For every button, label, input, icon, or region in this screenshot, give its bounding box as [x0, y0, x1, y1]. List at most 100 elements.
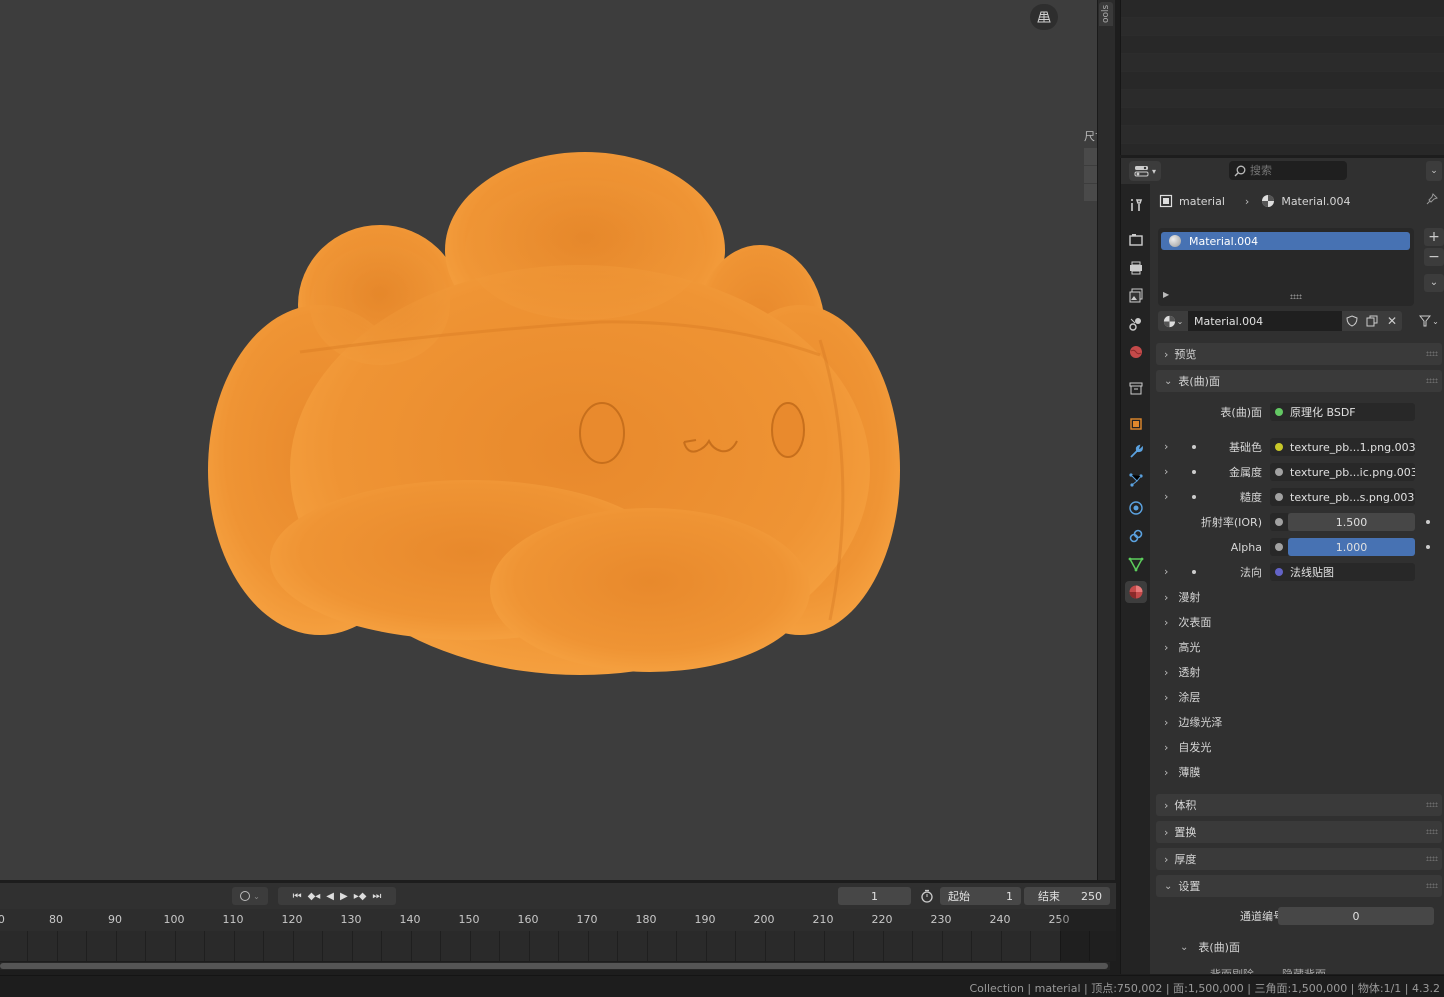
drag-grip-icon[interactable]	[1426, 856, 1438, 861]
keyframe-dot-icon[interactable]	[1426, 520, 1430, 524]
remove-slot-button[interactable]: −	[1424, 248, 1444, 266]
subpanel-emission[interactable]: › 自发光	[1164, 737, 1211, 757]
subpanel-sheen[interactable]: › 边缘光泽	[1164, 712, 1222, 732]
outliner-row[interactable]	[1121, 126, 1444, 144]
settings-surface-subpanel[interactable]: ⌄ 表(曲)面	[1180, 937, 1240, 957]
surface-shader-field[interactable]: 原理化 BSDF	[1270, 403, 1415, 421]
tab-scene[interactable]	[1125, 313, 1147, 335]
chevron-right-icon[interactable]: ›	[1164, 565, 1168, 578]
drag-grip-icon[interactable]	[1426, 802, 1438, 807]
backface-culling-row[interactable]: 背面剔除 隐藏背面	[1210, 964, 1326, 974]
cloud-mesh-object[interactable]	[0, 0, 1097, 880]
toggle-camera-grid-button[interactable]	[1030, 4, 1058, 30]
jump-start-button[interactable]: ⏮	[293, 891, 302, 902]
resize-grip-icon[interactable]	[1290, 294, 1302, 299]
outliner-row[interactable]	[1121, 0, 1444, 18]
panel-settings[interactable]: ⌄ 设置	[1156, 875, 1442, 897]
scrollbar-thumb[interactable]	[0, 963, 1108, 969]
normal-field[interactable]: 法线贴图	[1270, 563, 1415, 581]
chevron-right-icon[interactable]: ›	[1164, 440, 1168, 453]
outliner-row[interactable]	[1121, 108, 1444, 126]
drag-grip-icon[interactable]	[1426, 351, 1438, 356]
panel-thickness[interactable]: › 厚度	[1156, 848, 1442, 870]
n-panel-field[interactable]	[1084, 184, 1097, 202]
keyframe-dot-icon[interactable]	[1426, 545, 1430, 549]
material-slot-item[interactable]: Material.004	[1161, 232, 1410, 250]
subpanel-subsurface[interactable]: › 次表面	[1164, 612, 1211, 632]
properties-options-button[interactable]: ⌄	[1426, 161, 1442, 181]
subpanel-thin-film[interactable]: › 薄膜	[1164, 762, 1200, 782]
tab-collection[interactable]	[1125, 377, 1147, 399]
subpanel-transmission[interactable]: › 透射	[1164, 662, 1200, 682]
socket-box[interactable]	[1270, 513, 1288, 531]
metallic-field[interactable]: texture_pb...ic.png.003	[1270, 463, 1415, 481]
slot-specials-button[interactable]: ⌄	[1424, 274, 1444, 292]
drag-grip-icon[interactable]	[1426, 883, 1438, 888]
3d-viewport[interactable]: 尺寸	[0, 0, 1097, 880]
tab-tool[interactable]	[1125, 194, 1147, 216]
start-frame-field[interactable]: 起始 1	[940, 887, 1021, 905]
unlink-material-button[interactable]: ✕	[1382, 311, 1402, 331]
outliner-row[interactable]	[1121, 54, 1444, 72]
socket-box[interactable]	[1270, 538, 1288, 556]
tab-output[interactable]	[1125, 257, 1147, 279]
timeline-ruler[interactable]: 0 80 90 100 110 120 130 140 150 160 170 180 190 200 21…	[0, 909, 1116, 931]
expand-triangle-icon[interactable]: ▶	[1163, 290, 1169, 299]
tab-view-layer[interactable]	[1125, 285, 1147, 307]
play-reverse-button[interactable]: ◀	[326, 891, 334, 902]
panel-volume[interactable]: › 体积	[1156, 794, 1442, 816]
keying-button[interactable]: ⌄	[232, 887, 268, 905]
end-frame-field[interactable]: 结束 250	[1024, 887, 1110, 905]
next-keyframe-button[interactable]: ▸◆	[354, 891, 367, 902]
tab-physics[interactable]	[1125, 497, 1147, 519]
subpanel-specular[interactable]: › 高光	[1164, 637, 1200, 657]
prev-keyframe-button[interactable]: ◆◂	[308, 891, 321, 902]
panel-surface[interactable]: ⌄ 表(曲)面	[1156, 370, 1442, 392]
n-panel-field[interactable]	[1084, 148, 1097, 166]
add-slot-button[interactable]: +	[1424, 228, 1444, 246]
n-panel-field[interactable]	[1084, 166, 1097, 184]
outliner-row[interactable]	[1121, 36, 1444, 54]
drag-grip-icon[interactable]	[1426, 378, 1438, 383]
search-input[interactable]	[1250, 164, 1340, 177]
tab-constraints[interactable]	[1125, 525, 1147, 547]
ior-number-field[interactable]: 1.500	[1288, 513, 1415, 531]
chevron-right-icon[interactable]: ›	[1164, 490, 1168, 503]
tab-object[interactable]	[1125, 413, 1147, 435]
fake-user-button[interactable]	[1342, 311, 1362, 331]
current-frame-field[interactable]: 1	[838, 887, 911, 905]
pin-icon[interactable]	[1426, 193, 1438, 208]
tools-tab[interactable]: ools	[1099, 2, 1113, 26]
node-filter-button[interactable]: ⌄	[1416, 312, 1442, 330]
tab-particles[interactable]	[1125, 469, 1147, 491]
stopwatch-button[interactable]	[916, 887, 938, 905]
drag-grip-icon[interactable]	[1426, 829, 1438, 834]
tab-modifiers[interactable]	[1125, 441, 1147, 463]
tab-data[interactable]	[1125, 553, 1147, 575]
subpanel-coat[interactable]: › 涂层	[1164, 687, 1200, 707]
outliner-row[interactable]	[1121, 90, 1444, 108]
editor-type-button[interactable]: ▾	[1129, 161, 1161, 181]
outliner-row[interactable]	[1121, 18, 1444, 36]
tab-world[interactable]	[1125, 341, 1147, 363]
subpanel-diffuse[interactable]: › 漫射	[1164, 587, 1200, 607]
panel-displacement[interactable]: › 置换	[1156, 821, 1442, 843]
outliner-row[interactable]	[1121, 72, 1444, 90]
material-slot-list[interactable]: Material.004 ▶	[1158, 228, 1414, 306]
tab-render[interactable]	[1125, 229, 1147, 251]
tab-material[interactable]	[1125, 581, 1147, 603]
roughness-field[interactable]: texture_pb...s.png.003	[1270, 488, 1415, 506]
timeline-scrollbar[interactable]	[0, 962, 1110, 970]
jump-end-button[interactable]: ⏭	[372, 891, 381, 902]
pass-index-field[interactable]: 0	[1278, 907, 1434, 925]
timeline-dopesheet[interactable]	[0, 931, 1116, 961]
chevron-right-icon[interactable]: ›	[1164, 465, 1168, 478]
base-color-field[interactable]: texture_pb...1.png.003	[1270, 438, 1415, 456]
alpha-slider[interactable]: 1.000	[1288, 538, 1415, 556]
outliner-panel[interactable]	[1120, 0, 1444, 155]
play-button[interactable]: ▶	[340, 891, 348, 902]
duplicate-material-button[interactable]	[1362, 311, 1382, 331]
material-name-field[interactable]: Material.004	[1188, 311, 1342, 331]
browse-material-button[interactable]: ⌄	[1158, 311, 1188, 331]
properties-search[interactable]	[1229, 161, 1347, 180]
